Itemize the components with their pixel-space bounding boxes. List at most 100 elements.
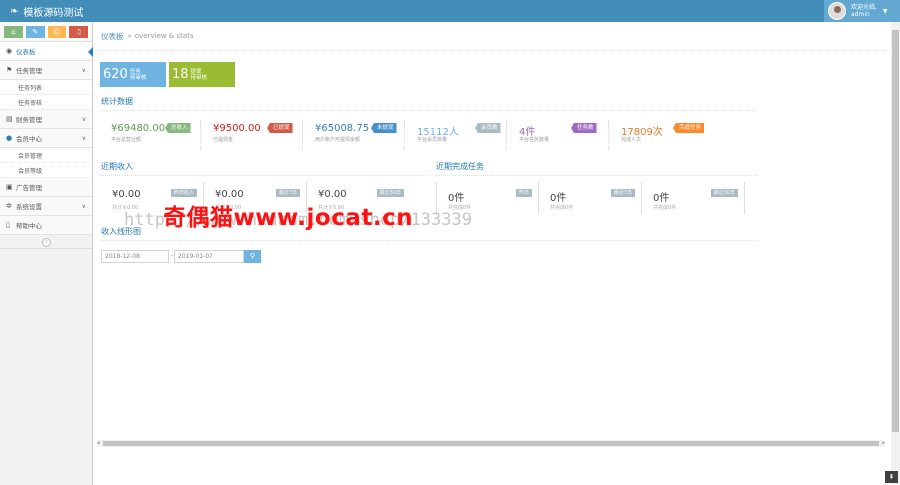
breadcrumb: 仪表板 » overview & stats [93, 22, 900, 51]
stat-tag: 会员数 [475, 123, 501, 133]
brand[interactable]: ❧ 模板源码测试 [10, 4, 83, 19]
tasks-done-value: 0件 [653, 193, 670, 204]
avatar [828, 2, 846, 20]
stat-tag: 未提现 [371, 123, 397, 133]
stat-total-income: ¥69480.00 平台总营业额 总收入 [101, 120, 201, 150]
sidebar-subitem-label: 会员等级 [18, 167, 43, 175]
sidebar: ⌂ ✎ ☺ ♫ ◉ 仪表板 ⚑ 任务管理 ∨ 任务列表 任务审核 ▤ 财务管理 … [0, 22, 93, 485]
infobox-task-pending[interactable]: 620 任务 待审核 [100, 62, 166, 87]
stat-not-withdrawn: ¥65008.75 用户账户可提现余额 未提现 [305, 120, 405, 150]
income-tag: 昨日收入 [170, 189, 197, 197]
tasks-done-sub: 共完成0件 [550, 205, 574, 211]
sidebar-subitem-member-manage[interactable]: 会员管理 [0, 148, 92, 163]
sidebar-item-label: 财务管理 [16, 116, 42, 124]
stat-sub: 已提现金 [213, 137, 234, 143]
user-name: admin [851, 11, 870, 18]
collapse-sidebar-button[interactable]: « [42, 238, 51, 247]
stat-sub: 平台总营业额 [111, 137, 142, 143]
stat-value: ¥69480.00 [111, 123, 166, 134]
sidebar-item-label: 系统设置 [16, 203, 42, 211]
sidebar-subitem-member-level[interactable]: 会员等级 [0, 163, 92, 178]
stat-sub: 平台任务数量 [519, 137, 550, 143]
app-title: 模板源码测试 [23, 8, 84, 19]
tasks-done-tag: 最近30日 [710, 189, 738, 197]
section-title-tasks-done: 近期完成任务 [436, 161, 758, 176]
infobox-withdraw-pending[interactable]: 18 提现 待审核 [169, 62, 235, 87]
sidebar-item-finance[interactable]: ▤ 财务管理 ∨ [0, 110, 92, 129]
picture-icon: ▣ [6, 183, 13, 191]
home-icon: ⌂ [11, 28, 16, 36]
dashboard-icon: ◉ [6, 47, 13, 55]
date-search-button[interactable]: ⚲ [244, 250, 261, 263]
caret-down-icon: ▼ [882, 7, 888, 15]
date-range-dash: - [171, 252, 174, 259]
sidebar-item-help[interactable]: ▯ 帮助中心 [0, 216, 92, 235]
chevron-down-icon: ∨ [81, 66, 86, 74]
tasks-done-tag: 最近7日 [610, 189, 635, 197]
finance-icon: ▤ [6, 115, 13, 123]
infobox-number: 18 [172, 67, 189, 82]
horizontal-scroll-thumb[interactable] [103, 441, 879, 446]
vertical-scroll-thumb[interactable] [892, 30, 899, 432]
sidebar-subitem-task-list[interactable]: 任务列表 [0, 80, 92, 95]
stat-withdrawn: ¥9500.00 已提现金 已提现 [203, 120, 303, 150]
flag-icon: ⚑ [6, 66, 13, 74]
breadcrumb-separator: » [127, 32, 132, 40]
sidebar-item-dashboard[interactable]: ◉ 仪表板 [0, 42, 93, 61]
sidebar-subitem-task-review[interactable]: 任务审核 [0, 95, 92, 110]
sidebar-item-label: 任务管理 [16, 67, 42, 75]
infobox-line2: 待审核 [129, 74, 147, 81]
pencil-icon: ✎ [32, 28, 39, 36]
section-title-income: 近期收入 [101, 161, 428, 176]
stat-tag: 总收入 [165, 123, 191, 133]
stat-value: ¥65008.75 [315, 123, 370, 134]
sidebar-item-settings[interactable]: ✲ 系统设置 ∨ [0, 197, 92, 216]
end-date-input[interactable]: 2019-01-07 [174, 250, 244, 263]
income-tag: 最近7日 [275, 189, 300, 197]
section-title-stats: 统计数据 [101, 96, 757, 111]
home-shortcut-button[interactable]: ⌂ [4, 26, 23, 38]
chevron-down-icon: ∨ [81, 202, 86, 210]
top-navbar: ❧ 模板源码测试 欢迎光临, admin ▼ [0, 0, 900, 22]
stat-sub: 完成人次 [621, 137, 642, 143]
stat-completed: 17809次 完成人次 完成任务 [611, 120, 711, 150]
tasks-done-30days: 0件 共完成0件 最近30日 [642, 182, 745, 214]
search-icon: ⚲ [249, 252, 256, 260]
sidebar-item-tasks[interactable]: ⚑ 任务管理 ∨ [0, 61, 92, 80]
scroll-right-arrow-icon: ▸ [882, 440, 885, 446]
double-chevron-up-icon: ⇞ [888, 473, 895, 481]
back-to-top-button[interactable]: ⇞ [885, 471, 898, 483]
users-shortcut-button[interactable]: ☺ [47, 26, 67, 38]
user-menu[interactable]: 欢迎光临, admin ▼ [824, 0, 900, 22]
breadcrumb-current[interactable]: 仪表板 [101, 31, 124, 42]
vertical-scrollbar[interactable] [891, 22, 900, 485]
stat-tag: 完成任务 [673, 123, 705, 133]
bell-shortcut-button[interactable]: ♫ [69, 26, 88, 38]
leaf-icon: ❧ [10, 6, 19, 17]
income-tag: 最近30日 [376, 189, 404, 197]
sidebar-item-members[interactable]: ● 会员中心 ∨ [0, 129, 92, 148]
sidebar-subitem-label: 任务审核 [18, 99, 43, 107]
stat-tasks: 4件 平台任务数量 任务数 [509, 120, 609, 150]
infobox-number: 620 [103, 67, 128, 82]
start-date-input[interactable]: 2018-12-08 [101, 250, 169, 263]
horizontal-scrollbar[interactable]: ◂ ▸ [97, 440, 885, 447]
main-content: 仪表板 » overview & stats 620 任务 待审核 18 提现 待审… [93, 22, 900, 485]
bell-icon: ♫ [75, 28, 82, 36]
sidebar-item-label: 仪表板 [16, 48, 36, 56]
infobox-line2: 待审核 [190, 74, 208, 81]
pencil-shortcut-button[interactable]: ✎ [25, 26, 45, 38]
bookmark-icon: ▯ [6, 221, 10, 229]
tasks-done-value: 0件 [448, 193, 465, 204]
stat-tag: 已提现 [267, 123, 293, 133]
stat-sub: 平台会员数量 [417, 137, 448, 143]
tasks-done-value: 0件 [550, 193, 567, 204]
chevron-down-icon: ∨ [81, 134, 86, 142]
stat-sub: 用户账户可提现余额 [315, 137, 361, 143]
income-value: ¥0.00 [112, 189, 141, 200]
sidebar-item-ads[interactable]: ▣ 广告管理 [0, 178, 92, 197]
user-greeting: 欢迎光临, [851, 4, 877, 11]
gear-icon: ✲ [6, 202, 12, 210]
sidebar-item-label: 广告管理 [16, 184, 42, 192]
stat-value: ¥9500.00 [213, 123, 261, 134]
